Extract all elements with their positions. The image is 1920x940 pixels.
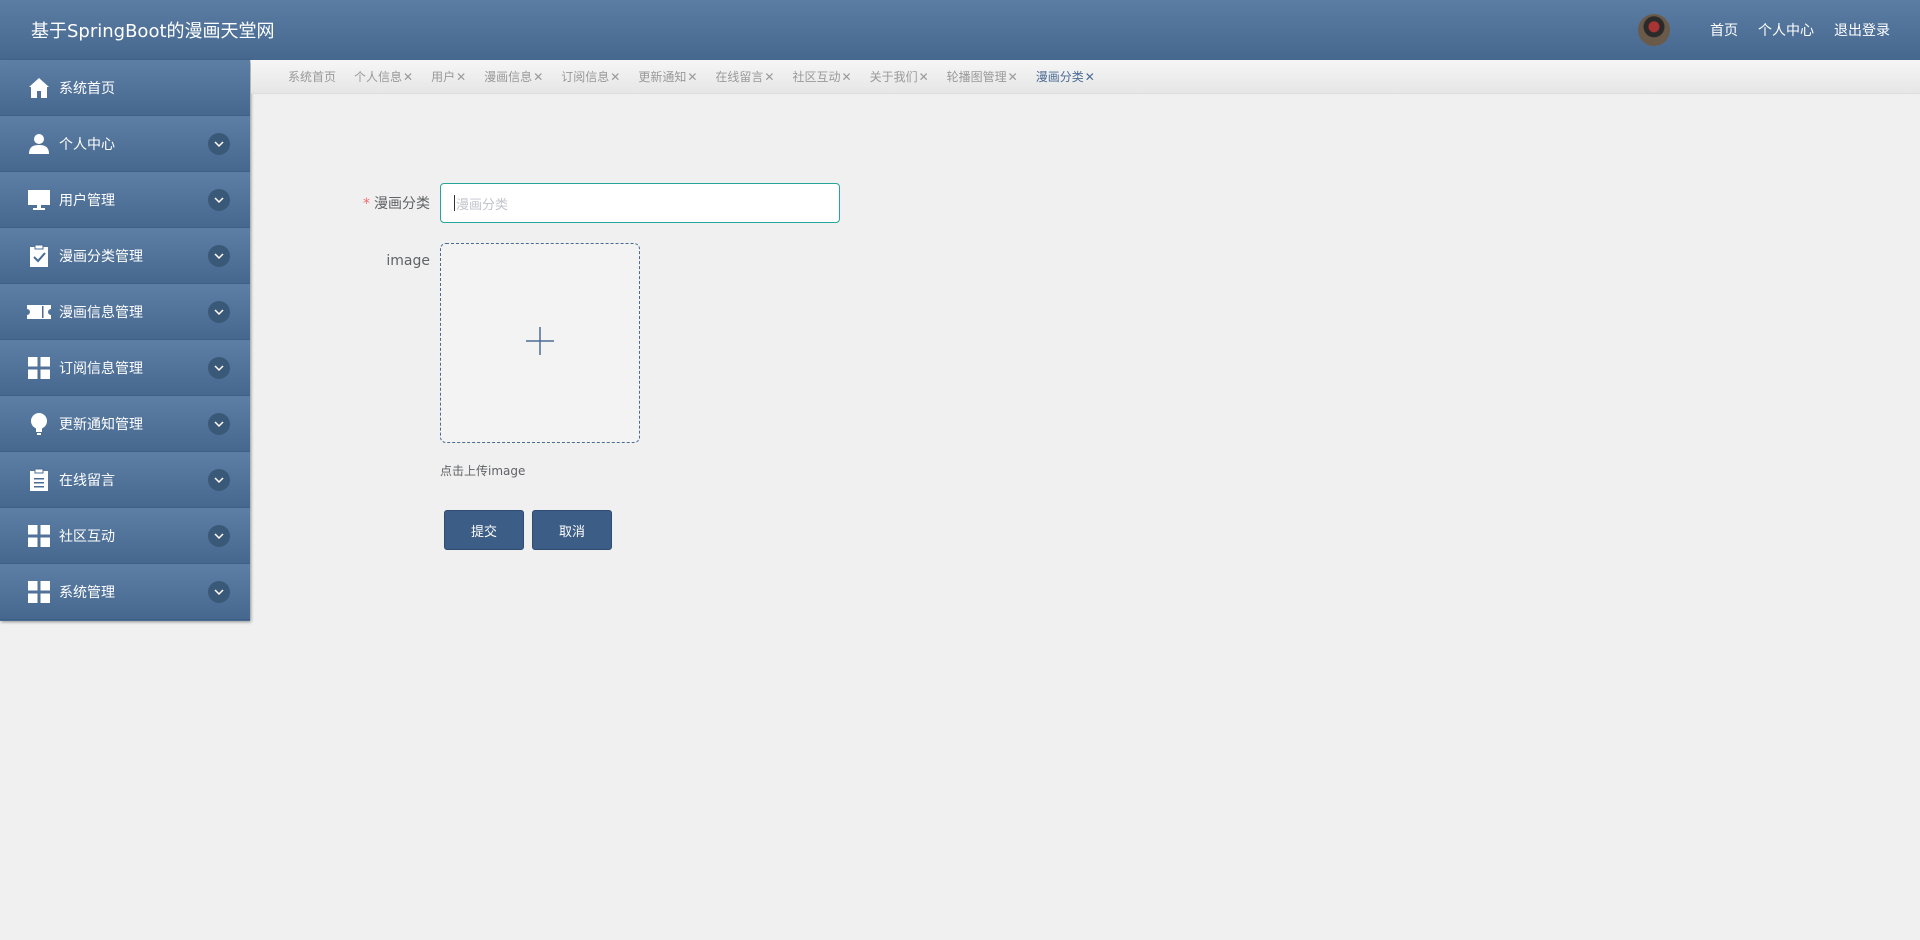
tab-label: 漫画分类 <box>1035 70 1084 84</box>
tab-user[interactable]: 用户✕ <box>431 68 466 85</box>
text-caret <box>454 195 455 211</box>
close-icon[interactable]: ✕ <box>842 70 852 84</box>
plus-icon <box>526 327 554 359</box>
sidebar-item-update-notice[interactable]: 更新通知管理 <box>0 396 250 452</box>
sidebar-item-label: 系统首页 <box>59 80 115 97</box>
sidebar-item-label: 社区互动 <box>59 528 115 545</box>
sidebar-item-subscription[interactable]: 订阅信息管理 <box>0 340 250 396</box>
image-field-label: image <box>386 253 430 269</box>
sidebar-item-label: 漫画信息管理 <box>59 304 143 321</box>
chevron-down-icon[interactable] <box>208 245 230 267</box>
required-mark: * <box>363 196 370 212</box>
chevron-down-icon[interactable] <box>208 357 230 379</box>
close-icon[interactable]: ✕ <box>403 70 413 84</box>
upload-tip: 点击上传image <box>440 464 526 478</box>
close-icon[interactable]: ✕ <box>1085 70 1095 84</box>
category-input-placeholder: 漫画分类 <box>456 197 509 213</box>
chevron-down-icon[interactable] <box>208 133 230 155</box>
chevron-down-icon[interactable] <box>208 581 230 603</box>
category-label-text: 漫画分类 <box>374 196 430 212</box>
home-icon <box>27 76 51 100</box>
sidebar-item-label: 系统管理 <box>59 584 115 601</box>
tab-subscription[interactable]: 订阅信息✕ <box>561 68 620 85</box>
header-link-home[interactable]: 首页 <box>1710 20 1738 40</box>
sidebar-item-label: 订阅信息管理 <box>59 360 143 377</box>
tab-label: 订阅信息 <box>561 70 610 84</box>
top-header: 基于SpringBoot的漫画天堂网 首页 个人中心 退出登录 <box>0 0 1920 60</box>
header-link-profile[interactable]: 个人中心 <box>1758 20 1814 40</box>
close-icon[interactable]: ✕ <box>1008 70 1018 84</box>
grid-icon <box>27 524 51 548</box>
sidebar-item-personal-center[interactable]: 个人中心 <box>0 116 250 172</box>
tab-label: 轮播图管理 <box>946 70 1007 84</box>
chevron-down-icon[interactable] <box>208 469 230 491</box>
tab-label: 关于我们 <box>869 70 918 84</box>
app-title: 基于SpringBoot的漫画天堂网 <box>31 21 275 42</box>
tab-carousel[interactable]: 轮播图管理✕ <box>947 68 1018 85</box>
tab-label: 个人信息 <box>354 70 403 84</box>
tab-update-notice[interactable]: 更新通知✕ <box>638 68 697 85</box>
grid-icon <box>27 356 51 380</box>
submit-button[interactable]: 提交 <box>444 510 524 550</box>
chevron-down-icon[interactable] <box>208 301 230 323</box>
close-icon[interactable]: ✕ <box>610 70 620 84</box>
sidebar-item-comic-info[interactable]: 漫画信息管理 <box>0 284 250 340</box>
tab-label: 更新通知 <box>638 70 687 84</box>
tab-bar: 系统首页 个人信息✕ 用户✕ 漫画信息✕ 订阅信息✕ 更新通知✕ 在线留言✕ 社… <box>251 60 1920 94</box>
sidebar-item-user-management[interactable]: 用户管理 <box>0 172 250 228</box>
close-icon[interactable]: ✕ <box>456 70 466 84</box>
tab-label: 系统首页 <box>288 70 337 84</box>
tab-label: 社区互动 <box>792 70 841 84</box>
close-icon[interactable]: ✕ <box>687 70 697 84</box>
header-link-logout[interactable]: 退出登录 <box>1834 20 1890 40</box>
user-avatar[interactable] <box>1638 14 1670 46</box>
sidebar-item-label: 在线留言 <box>59 472 115 489</box>
sidebar-item-system-management[interactable]: 系统管理 <box>0 564 250 620</box>
chevron-down-icon[interactable] <box>208 189 230 211</box>
ticket-icon <box>27 300 51 324</box>
tab-label: 用户 <box>431 70 456 84</box>
sidebar-item-label: 更新通知管理 <box>59 416 143 433</box>
tab-system-home[interactable]: 系统首页 <box>288 68 336 85</box>
close-icon[interactable]: ✕ <box>764 70 774 84</box>
close-icon[interactable]: ✕ <box>919 70 929 84</box>
tab-comic-category[interactable]: 漫画分类✕ <box>1036 68 1095 85</box>
user-icon <box>27 132 51 156</box>
lightbulb-icon <box>27 412 51 436</box>
tab-label: 在线留言 <box>715 70 764 84</box>
category-field-label: * 漫画分类 <box>330 193 430 213</box>
sidebar-item-community[interactable]: 社区互动 <box>0 508 250 564</box>
sidebar-item-comic-category[interactable]: 漫画分类管理 <box>0 228 250 284</box>
sidebar-item-label: 漫画分类管理 <box>59 248 143 265</box>
category-input[interactable]: 漫画分类 <box>440 183 840 223</box>
close-icon[interactable]: ✕ <box>533 70 543 84</box>
sidebar-item-online-message[interactable]: 在线留言 <box>0 452 250 508</box>
clipboard-check-icon <box>27 244 51 268</box>
chevron-down-icon[interactable] <box>208 413 230 435</box>
sidebar-item-home[interactable]: 系统首页 <box>0 60 250 116</box>
sidebar-item-label: 个人中心 <box>59 136 115 153</box>
tab-personal-info[interactable]: 个人信息✕ <box>354 68 413 85</box>
header-nav: 首页 个人中心 退出登录 <box>1638 14 1890 46</box>
tab-comic-info[interactable]: 漫画信息✕ <box>484 68 543 85</box>
chevron-down-icon[interactable] <box>208 525 230 547</box>
tab-about-us[interactable]: 关于我们✕ <box>870 68 929 85</box>
sidebar-item-label: 用户管理 <box>59 192 115 209</box>
tab-label: 漫画信息 <box>484 70 533 84</box>
image-upload-box[interactable] <box>440 243 640 443</box>
tab-community[interactable]: 社区互动✕ <box>792 68 851 85</box>
cancel-button[interactable]: 取消 <box>532 510 612 550</box>
clipboard-icon <box>27 468 51 492</box>
tab-online-message[interactable]: 在线留言✕ <box>715 68 774 85</box>
grid-icon <box>27 580 51 604</box>
sidebar: 系统首页 个人中心 用户管理 漫画分类管理 漫画信息管理 订阅信息管理 更新通知… <box>0 60 250 621</box>
monitor-icon <box>27 188 51 212</box>
